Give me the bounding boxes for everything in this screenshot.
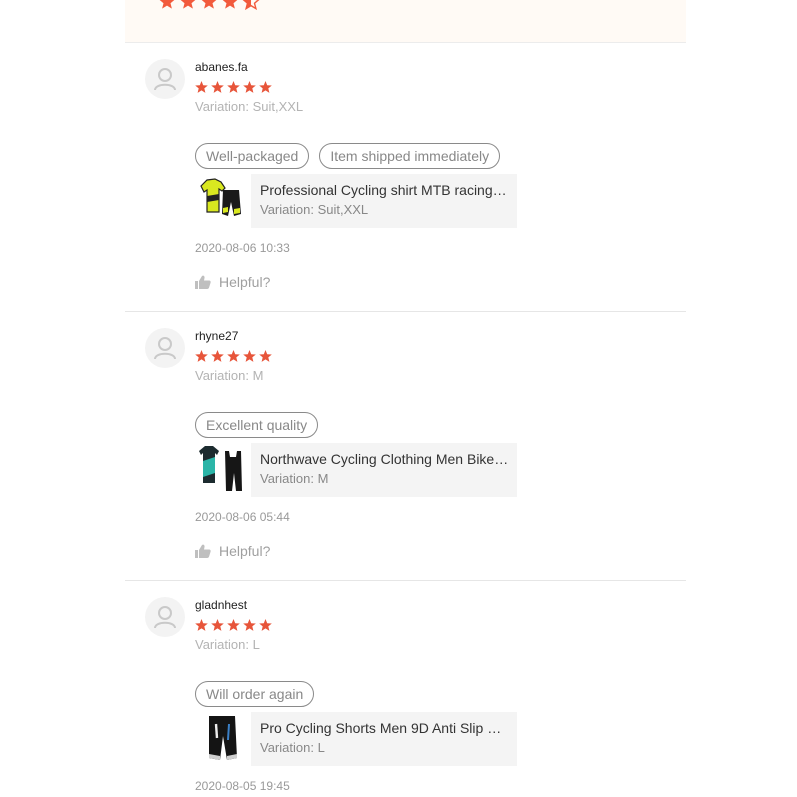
reviewer-name: abanes.fa xyxy=(195,60,248,74)
star-icon xyxy=(201,0,217,9)
user-placeholder-icon xyxy=(154,68,176,91)
product-link[interactable]: Pro Cycling Shorts Men 9D Anti Slip Padd… xyxy=(195,712,517,766)
reviewer-name: rhyne27 xyxy=(195,329,239,343)
star-icon xyxy=(222,0,238,9)
helpful-label: Helpful? xyxy=(219,274,271,290)
product-link[interactable]: Professional Cycling shirt MTB racing cl… xyxy=(195,174,517,228)
review-rating-stars xyxy=(195,350,272,362)
review-date: 2020-08-06 05:44 xyxy=(195,510,290,524)
review-date: 2020-08-05 19:45 xyxy=(195,779,290,793)
review-tag: Well-packaged xyxy=(195,143,310,169)
product-variation: Variation: L xyxy=(260,740,325,755)
product-name: Pro Cycling Shorts Men 9D Anti Slip Padd… xyxy=(260,720,510,736)
review-tag: Item shipped immediately xyxy=(319,143,501,169)
product-variation: Variation: M xyxy=(260,471,329,486)
review-rating-stars xyxy=(195,81,272,93)
product-name: Northwave Cycling Clothing Men Bike Jers… xyxy=(260,451,510,467)
review-variation: Variation: L xyxy=(195,637,260,652)
teal-cycling-jersey-thumbnail xyxy=(195,443,251,497)
user-placeholder-icon xyxy=(154,606,176,629)
half-star-icon xyxy=(242,0,260,10)
star-icon xyxy=(159,0,175,9)
review-tags: Well-packaged Item shipped immediately xyxy=(195,143,501,169)
star-icon xyxy=(180,0,196,9)
review-variation: Variation: M xyxy=(195,368,264,383)
reviewer-name: gladnhest xyxy=(195,598,248,612)
header-rating-stars xyxy=(159,0,260,10)
review-tags: Excellent quality xyxy=(195,412,319,438)
rating-summary-header xyxy=(125,0,686,43)
review-tag: Excellent quality xyxy=(195,412,319,438)
product-link[interactable]: Northwave Cycling Clothing Men Bike Jers… xyxy=(195,443,517,497)
helpful-label: Helpful? xyxy=(219,543,271,559)
product-info: Northwave Cycling Clothing Men Bike Jers… xyxy=(251,443,517,497)
review-rating-stars xyxy=(195,619,272,631)
review-item: abanes.fa Variation: Suit,XXL Well-packa… xyxy=(125,42,686,311)
helpful-button[interactable]: Helpful? xyxy=(195,274,270,290)
avatar xyxy=(145,328,185,368)
avatar xyxy=(145,59,185,99)
user-placeholder-icon xyxy=(154,337,176,360)
thumbs-up-icon xyxy=(195,544,211,558)
review-tag: Will order again xyxy=(195,681,315,707)
helpful-button[interactable]: Helpful? xyxy=(195,543,270,559)
product-info: Pro Cycling Shorts Men 9D Anti Slip Padd… xyxy=(251,712,517,766)
review-item: gladnhest Variation: L Will order again xyxy=(125,580,686,797)
product-info: Professional Cycling shirt MTB racing cl… xyxy=(251,174,517,228)
review-tags: Will order again xyxy=(195,681,315,707)
product-name: Professional Cycling shirt MTB racing cl… xyxy=(260,182,510,198)
reviews-panel: abanes.fa Variation: Suit,XXL Well-packa… xyxy=(125,0,686,797)
product-variation: Variation: Suit,XXL xyxy=(260,202,369,217)
review-item: rhyne27 Variation: M Excellent quality N… xyxy=(125,311,686,580)
black-cycling-shorts-thumbnail xyxy=(195,712,251,766)
thumbs-up-icon xyxy=(195,275,211,289)
yellow-cycling-suit-thumbnail xyxy=(195,174,251,228)
avatar xyxy=(145,597,185,637)
review-date: 2020-08-06 10:33 xyxy=(195,241,290,255)
review-variation: Variation: Suit,XXL xyxy=(195,99,304,114)
